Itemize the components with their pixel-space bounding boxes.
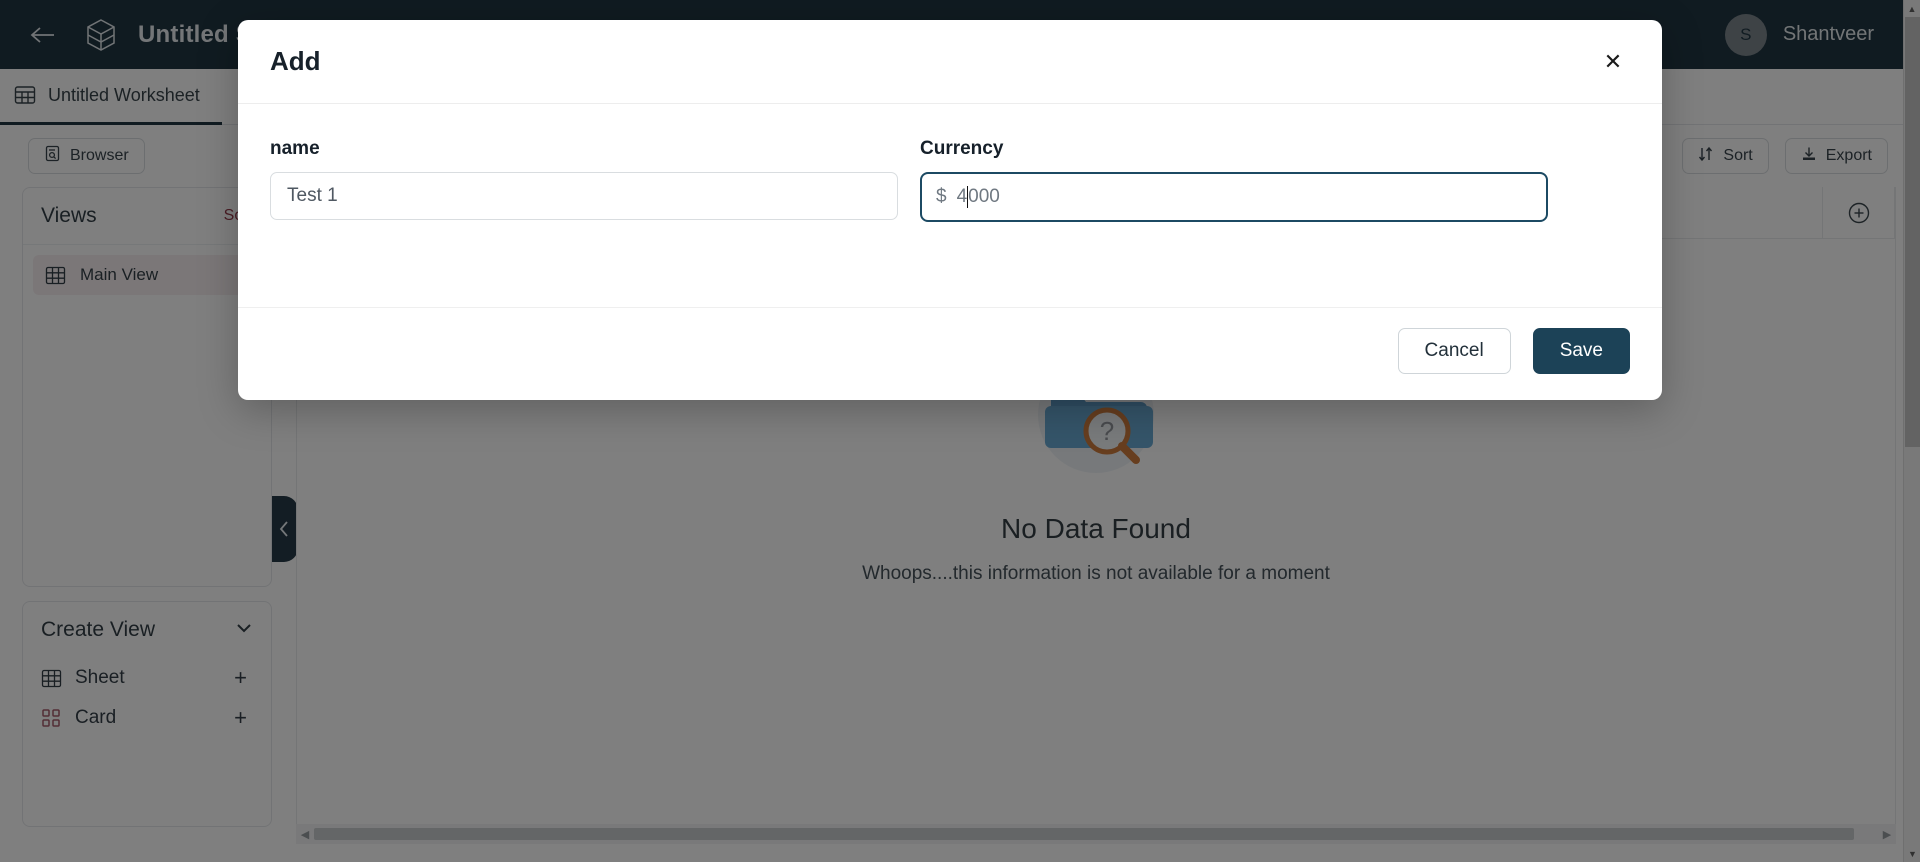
- screen-root: Untitled Sche S Shantveer Untitled Works…: [0, 0, 1920, 862]
- dialog-field-row: name Currency $ 4000: [270, 138, 1630, 222]
- currency-value-before-caret: 4: [956, 186, 968, 207]
- name-input[interactable]: [270, 172, 898, 220]
- currency-input[interactable]: $ 4 000: [920, 172, 1548, 222]
- currency-field-group: Currency $ 4 000: [920, 138, 1548, 222]
- dialog-body: name Currency $ 4000: [238, 104, 1662, 285]
- dialog-footer: Cancel Save: [238, 307, 1662, 400]
- cancel-button[interactable]: Cancel: [1397, 328, 1511, 374]
- name-field-label: name: [270, 138, 320, 159]
- close-icon[interactable]: ✕: [1598, 47, 1628, 77]
- dialog-header: Add ✕: [238, 20, 1662, 104]
- name-field-group: name: [270, 138, 898, 222]
- dialog-title: Add: [270, 46, 321, 76]
- currency-symbol: $: [936, 186, 947, 207]
- currency-field-label: Currency: [920, 138, 1004, 159]
- add-record-dialog: Add ✕ name Currency $ 4000 Cancel: [238, 20, 1662, 400]
- save-button[interactable]: Save: [1532, 328, 1630, 374]
- currency-value-after-caret: 000: [968, 186, 1000, 207]
